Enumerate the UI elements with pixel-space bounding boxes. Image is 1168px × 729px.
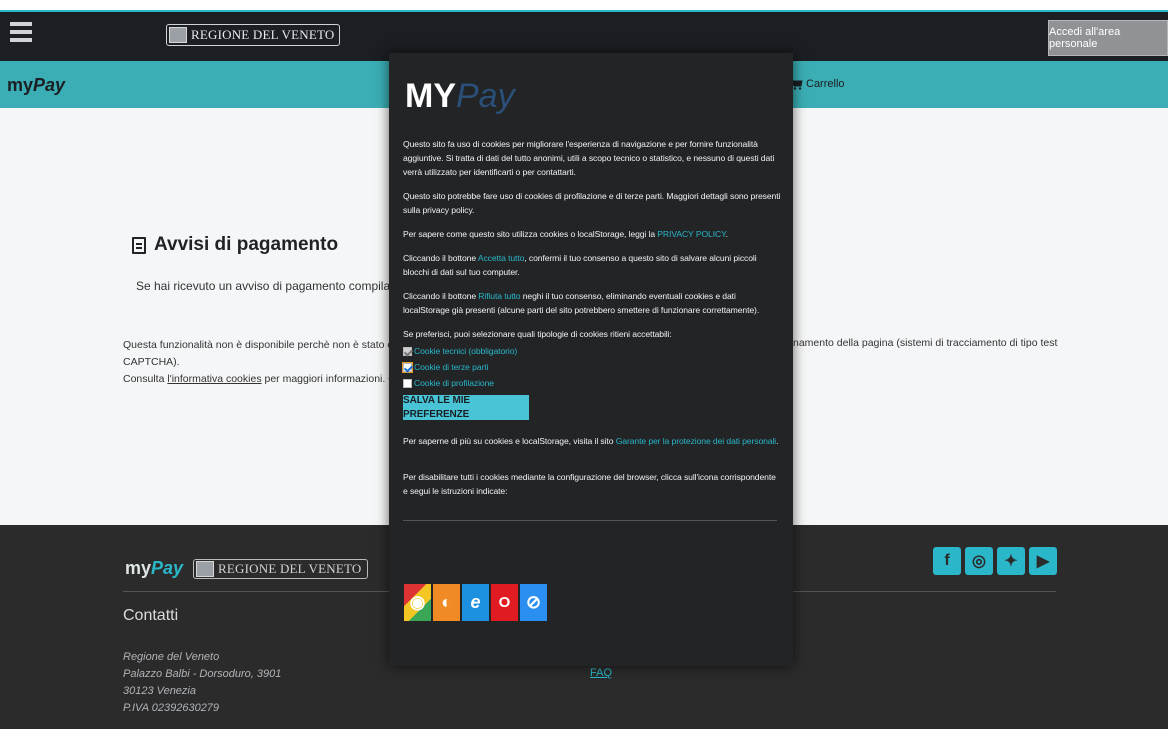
modal-body: Questo sito fa uso di cookies per miglio… bbox=[402, 137, 781, 508]
disable-cookies-text: Per disabilitare tutti i cookies mediant… bbox=[403, 472, 776, 496]
privacy-text: Per sapere come questo sito utilizza coo… bbox=[403, 227, 781, 241]
cookie-policy-link[interactable]: l'informativa cookies bbox=[167, 373, 261, 385]
twitter-icon[interactable]: ✦ bbox=[997, 547, 1025, 575]
footer-region-seal-icon bbox=[196, 560, 215, 577]
reject-prefix: Cliccando il bottone bbox=[403, 291, 479, 301]
page-title: Avvisi di pagamento bbox=[132, 234, 338, 256]
garante-text: Per saperne di più su cookies e localSto… bbox=[403, 434, 781, 448]
garante-suffix: . bbox=[776, 436, 779, 446]
technical-cookies-checkbox[interactable] bbox=[403, 346, 412, 356]
save-preferences-button[interactable]: SALVA LE MIE PREFERENZE bbox=[403, 395, 529, 420]
regione-veneto-logo[interactable]: REGIONE DEL VENETO bbox=[166, 24, 341, 46]
garante-prefix: Per saperne di più su cookies e localSto… bbox=[403, 436, 616, 446]
footer-mypay-logo[interactable]: myPay bbox=[125, 558, 183, 579]
browser-icons: ◉ ◐ e O ⊘ bbox=[404, 584, 547, 621]
document-icon bbox=[132, 236, 146, 254]
footer-divider-left bbox=[123, 591, 391, 592]
internet-explorer-icon[interactable]: e bbox=[462, 584, 489, 621]
notice-line3: Consulta l'informativa cookies per maggi… bbox=[123, 371, 390, 388]
privacy-prefix: Per sapere come questo sito utilizza coo… bbox=[403, 229, 658, 239]
page-subtitle: Se hai ricevuto un avviso di pagamento c… bbox=[136, 279, 390, 293]
cookie-option-profiling: Cookie di profilazione bbox=[403, 375, 781, 391]
youtube-icon[interactable]: ▶ bbox=[1029, 547, 1057, 575]
social-links: f ◎ ✦ ▶ bbox=[933, 547, 1057, 575]
footer-divider-right bbox=[793, 591, 1056, 592]
modal-divider bbox=[403, 520, 777, 521]
modal-logo-suffix: Pay bbox=[456, 77, 515, 115]
footer-logo-suffix: Pay bbox=[151, 558, 184, 578]
reject-all-text: Cliccando il bottone Rifiuta tutto neghi… bbox=[403, 289, 781, 317]
facebook-icon[interactable]: f bbox=[933, 547, 961, 575]
cookie-option-technical: Cookie tecnici (obbligatorio) bbox=[403, 343, 781, 359]
instagram-icon[interactable]: ◎ bbox=[965, 547, 993, 575]
address-line: 30123 Venezia bbox=[123, 685, 196, 697]
address-line: P.IVA 02392630279 bbox=[123, 702, 220, 714]
mypay-logo[interactable]: myPay bbox=[7, 75, 65, 96]
notice-line3-suffix: per maggiori informazioni. Clicca bbox=[264, 373, 390, 385]
chrome-icon[interactable]: ◉ bbox=[404, 584, 431, 621]
modal-mypay-logo: MY Pay bbox=[405, 75, 515, 117]
firefox-icon[interactable]: ◐ bbox=[433, 584, 460, 621]
third-party-cookies-checkbox[interactable] bbox=[402, 361, 413, 373]
choose-cookies-label: Se preferisci, puoi selezionare quali ti… bbox=[403, 329, 672, 339]
opera-icon[interactable]: O bbox=[491, 584, 518, 621]
address-line: Palazzo Balbi - Dorsoduro, 3901 bbox=[123, 668, 282, 680]
garante-link[interactable]: Garante per la protezione dei dati perso… bbox=[616, 436, 777, 446]
privacy-suffix: . bbox=[725, 229, 728, 239]
privacy-policy-link[interactable]: PRIVACY POLICY bbox=[657, 229, 725, 239]
notice-line1-left: Questa funzionalità non è disponibile pe… bbox=[123, 339, 390, 351]
profiling-cookies-checkbox[interactable] bbox=[403, 378, 412, 388]
third-party-cookies-label[interactable]: Cookie di terze parti bbox=[414, 360, 488, 374]
address-block: Regione del Veneto Palazzo Balbi - Dorso… bbox=[123, 649, 281, 717]
notice-line3-prefix: Consulta bbox=[123, 373, 168, 385]
technical-cookies-label[interactable]: Cookie tecnici (obbligatorio) bbox=[414, 344, 517, 358]
notice-text: Questa funzionalità non è disponibile pe… bbox=[123, 337, 390, 388]
address-line: Regione del Veneto bbox=[123, 651, 220, 663]
contacts-title: Contatti bbox=[123, 607, 179, 624]
accept-all-text: Cliccando il bottone Accetta tutto, conf… bbox=[403, 251, 781, 279]
cart-label: Carrello bbox=[806, 78, 845, 90]
faq-link[interactable]: FAQ bbox=[590, 667, 612, 679]
accept-prefix: Cliccando il bottone bbox=[403, 253, 478, 263]
footer-region-logo[interactable]: REGIONE DEL VENETO bbox=[193, 558, 368, 579]
footer-logos: myPay REGIONE DEL VENETO bbox=[125, 558, 368, 579]
notice-line1-right: namento della pagina (sistemi di traccia… bbox=[793, 337, 1058, 349]
hamburger-menu-icon[interactable] bbox=[10, 22, 32, 46]
footer-region-name: REGIONE DEL VENETO bbox=[218, 560, 362, 576]
logo-prefix: my bbox=[7, 75, 34, 95]
cookie-consent-modal: MY Pay Questo sito fa uso di cookies per … bbox=[389, 53, 793, 666]
footer-logo-prefix: my bbox=[125, 558, 152, 578]
region-seal-icon bbox=[169, 27, 187, 43]
region-name: REGIONE DEL VENETO bbox=[191, 27, 335, 42]
page-title-text: Avvisi di pagamento bbox=[154, 234, 339, 255]
logo-suffix: Pay bbox=[33, 75, 66, 95]
reject-all-link[interactable]: Rifiuta tutto bbox=[478, 291, 520, 301]
cookie-intro-text: Questo sito fa uso di cookies per miglio… bbox=[403, 139, 775, 177]
cookie-option-third-party: Cookie di terze parti bbox=[402, 359, 781, 375]
login-button[interactable]: Accedi all'area personale bbox=[1048, 20, 1168, 56]
notice-line2: CAPTCHA). bbox=[123, 356, 180, 368]
cart-link[interactable]: Carrello bbox=[790, 78, 845, 90]
modal-logo-prefix: MY bbox=[405, 77, 456, 115]
profiling-cookies-label[interactable]: Cookie di profilazione bbox=[414, 376, 494, 390]
third-party-text: Questo sito potrebbe fare uso di cookies… bbox=[403, 191, 781, 215]
safari-icon[interactable]: ⊘ bbox=[520, 584, 547, 621]
accept-all-link[interactable]: Accetta tutto bbox=[478, 253, 525, 263]
